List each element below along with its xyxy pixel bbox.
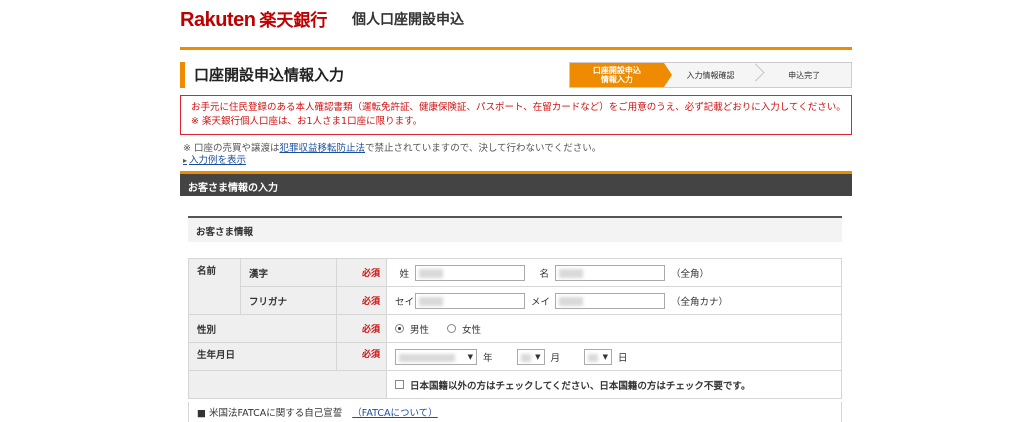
site-title: 個人口座開設申込 — [352, 12, 464, 28]
gender-row: 性別 必須 男性 女性 — [188, 314, 842, 343]
alert-line-one-account: ※ 楽天銀行個人口座は、お1人さま1口座に限ります。 — [191, 116, 423, 127]
year-unit: 年 — [483, 352, 493, 364]
birthdate-label: 生年月日 — [188, 342, 337, 371]
sei-label: 姓 — [399, 268, 409, 280]
crime-proceeds-law-link[interactable]: 犯罪収益移転防止法 — [279, 143, 365, 154]
first-name-kana-input[interactable] — [555, 292, 665, 309]
birth-day-select[interactable]: ▼ — [584, 348, 613, 365]
name-label: 名前 — [188, 258, 241, 315]
notice-alert-box: お手元に住民登録のある本人確認書類（運転免許証、健康保険証、パスポート、在留カー… — [180, 95, 852, 135]
name-kanji-row: 名前 漢字 必須 姓 名 （全角） — [188, 258, 842, 315]
rakuten-bank-logo[interactable]: Rakuten 楽天銀行 — [180, 6, 328, 31]
note-suffix: で禁止されていますので、決して行わないでください。 — [365, 143, 602, 154]
required-badge: 必須 — [336, 258, 387, 287]
kanji-label: 漢字 — [240, 258, 337, 287]
name-kana-row: フリガナ 必須 セイ メイ （全角カナ） — [189, 286, 842, 315]
day-unit: 日 — [618, 352, 628, 364]
about-fatca-link[interactable]: （FATCAについて） — [352, 408, 437, 419]
alert-line-documents: お手元に住民登録のある本人確認書類（運転免許証、健康保険証、パスポート、在留カー… — [191, 102, 846, 113]
redacted-value — [419, 296, 443, 306]
nationality-row: 日本国籍以外の方はチェックしてください、日本国籍の方はチェック不要です。 — [188, 370, 842, 399]
step-confirm: 入力情報確認 — [663, 63, 758, 87]
chevron-down-icon: ▼ — [467, 352, 473, 361]
step-complete: 申込完了 — [757, 63, 852, 87]
redacted-value — [588, 353, 599, 362]
redacted-value — [559, 296, 583, 306]
sei-kana-label: セイ — [395, 296, 415, 308]
last-name-kana-input[interactable] — [415, 292, 525, 309]
gender-label: 性別 — [188, 314, 337, 343]
fatca-label: ■ 米国法FATCAに関する自己宣誓 — [197, 408, 343, 419]
kanji-note: （全角） — [671, 268, 710, 280]
title-accent-bar — [180, 62, 185, 88]
logo-bank-text: 楽天銀行 — [259, 11, 328, 31]
redacted-value — [399, 353, 455, 362]
customer-info-form: 名前 漢字 必須 姓 名 （全角） フリガナ 必須 セイ メイ （全角カナ） 性… — [188, 258, 842, 399]
site-header: Rakuten 楽天銀行 個人口座開設申込 — [180, 0, 852, 50]
kana-note: （全角カナ） — [671, 296, 729, 308]
required-badge: 必須 — [336, 286, 387, 315]
birthdate-row: 生年月日 必須 ▼ 年 ▼ 月 ▼ 日 — [188, 342, 842, 371]
kana-label: フリガナ — [240, 286, 337, 315]
chevron-down-icon: ▼ — [602, 352, 609, 361]
required-badge: 必須 — [336, 342, 387, 371]
step-input: 口座開設申込 情報入力 — [570, 63, 672, 87]
month-unit: 月 — [550, 352, 561, 364]
gender-male-label[interactable]: 男性 — [410, 322, 429, 336]
page-title: 口座開設申込情報入力 — [194, 66, 345, 84]
mei-kana-label: メイ — [531, 296, 551, 308]
redacted-value — [559, 268, 583, 278]
gender-female-radio[interactable] — [447, 324, 457, 333]
birth-year-select[interactable]: ▼ — [395, 348, 477, 365]
nationality-check-label[interactable]: 日本国籍以外の方はチェックしてください、日本国籍の方はチェック不要です。 — [410, 378, 750, 392]
fatca-row: ■ 米国法FATCAに関する自己宣誓 （FATCAについて） — [188, 402, 842, 422]
gender-female-label[interactable]: 女性 — [462, 322, 481, 336]
non-japanese-nationality-checkbox[interactable] — [395, 380, 404, 389]
customer-info-subheader: お客さま情報 — [188, 216, 842, 242]
mei-label: 名 — [539, 268, 549, 280]
redacted-value — [419, 268, 443, 278]
show-input-example-link[interactable]: 入力例を表示 — [183, 152, 246, 166]
redacted-value — [520, 353, 531, 362]
header-divider — [180, 47, 852, 50]
logo-rakuten-text: Rakuten — [180, 9, 256, 31]
gender-male-radio[interactable] — [395, 324, 404, 333]
nationality-label-cell — [188, 370, 387, 399]
section-header: お客さま情報の入力 — [180, 174, 852, 196]
birth-month-select[interactable]: ▼ — [516, 348, 545, 365]
chevron-down-icon: ▼ — [535, 352, 541, 361]
first-name-kanji-input[interactable] — [555, 264, 665, 281]
last-name-kanji-input[interactable] — [415, 264, 525, 281]
required-badge: 必須 — [336, 314, 387, 343]
step-indicator: 口座開設申込 情報入力 入力情報確認 申込完了 — [569, 62, 852, 88]
